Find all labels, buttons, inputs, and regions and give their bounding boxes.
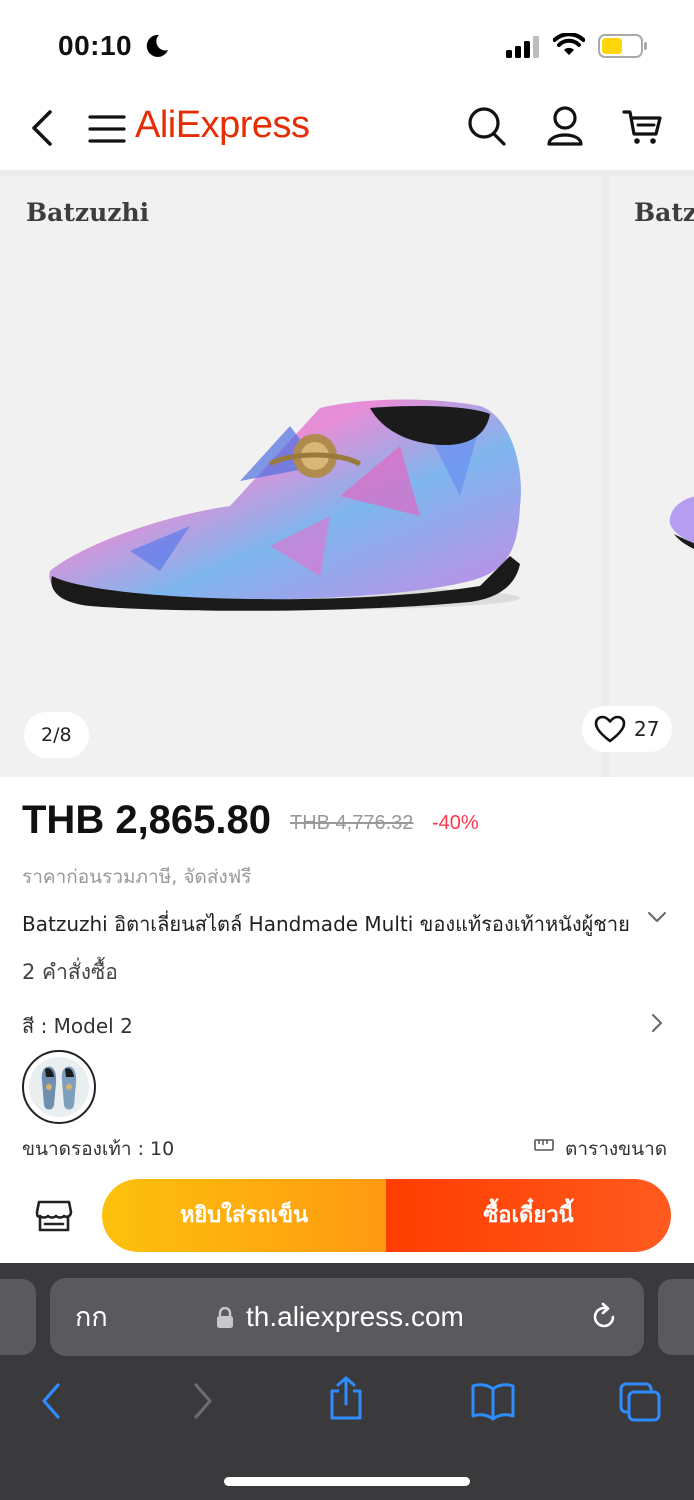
aliexpress-logo[interactable]: AliExpress	[135, 104, 310, 147]
brand-watermark-next: Batz	[634, 198, 694, 227]
shoe-size-label[interactable]: ขนาดรองเท้า : 10	[22, 1134, 174, 1164]
color-selector-label[interactable]: สี : Model 2	[22, 1010, 133, 1042]
cart-icon[interactable]	[620, 104, 664, 148]
heart-icon	[594, 715, 626, 743]
sale-price: THB 2,865.80	[22, 798, 272, 842]
share-icon[interactable]	[326, 1375, 366, 1421]
wishlist-button[interactable]: 27	[582, 706, 672, 752]
color-swatch-model-2[interactable]	[22, 1050, 96, 1124]
app-header: AliExpress	[0, 90, 694, 170]
reload-icon[interactable]	[588, 1301, 620, 1333]
buy-now-button[interactable]: ซื้อเดี๋ยวนี้	[386, 1179, 671, 1252]
tax-shipping-note: ราคาก่อนรวมภาษี, จัดส่งฟรี	[22, 866, 252, 888]
original-price: THB 4,776.32	[290, 812, 414, 834]
shoe-pair-thumbnail	[41, 1066, 77, 1110]
lock-icon	[217, 1307, 233, 1328]
shoe-illustration-partial	[669, 496, 694, 549]
product-image[interactable]: Batzuzhi 2/8	[0, 176, 602, 777]
back-icon[interactable]	[38, 1381, 66, 1421]
back-icon[interactable]	[26, 106, 60, 150]
tabs-icon[interactable]	[618, 1381, 662, 1423]
status-bar: 00:10	[0, 0, 694, 90]
search-icon[interactable]	[466, 104, 508, 148]
ruler-icon[interactable]	[534, 1137, 554, 1153]
home-indicator	[224, 1477, 470, 1486]
shoe-illustration	[49, 399, 521, 611]
cellular-signal-icon	[506, 36, 539, 58]
menu-icon[interactable]	[88, 112, 126, 146]
chevron-right-icon[interactable]	[648, 1011, 666, 1035]
order-count: 2 คำสั่งซื้อ	[22, 960, 118, 984]
product-image-gallery[interactable]: Batzuzhi 2/8 Batz 27	[0, 170, 694, 777]
browser-toolbar: กก th.aliexpress.com	[0, 1263, 694, 1500]
moon-icon	[146, 34, 168, 57]
account-icon[interactable]	[545, 104, 585, 148]
chevron-down-icon[interactable]	[646, 906, 668, 928]
wifi-icon	[553, 33, 585, 55]
forward-icon[interactable]	[188, 1381, 216, 1421]
status-time: 00:10	[58, 30, 133, 61]
product-title[interactable]: Batzuzhi อิตาเลี่ยนสไตล์ Handmade Multi …	[22, 908, 632, 940]
url-text[interactable]: th.aliexpress.com	[246, 1278, 464, 1356]
previous-tab-preview[interactable]	[0, 1279, 36, 1355]
bookmarks-icon[interactable]	[470, 1381, 516, 1421]
add-to-cart-button[interactable]: หยิบใส่รถเข็น	[102, 1179, 386, 1252]
text-size-button[interactable]: กก	[75, 1278, 108, 1356]
battery-icon	[598, 34, 647, 58]
size-chart-link[interactable]: ตารางขนาด	[565, 1134, 667, 1164]
address-bar[interactable]: กก th.aliexpress.com	[50, 1278, 644, 1356]
next-product-image[interactable]: Batz	[610, 176, 694, 777]
swatch-thumbnail	[29, 1057, 89, 1117]
next-tab-preview[interactable]	[658, 1279, 694, 1355]
likes-count: 27	[634, 717, 660, 741]
image-pager: 2/8	[24, 712, 89, 758]
store-icon[interactable]	[34, 1196, 74, 1236]
brand-watermark: Batzuzhi	[26, 198, 150, 227]
discount-badge: -40%	[432, 812, 479, 834]
